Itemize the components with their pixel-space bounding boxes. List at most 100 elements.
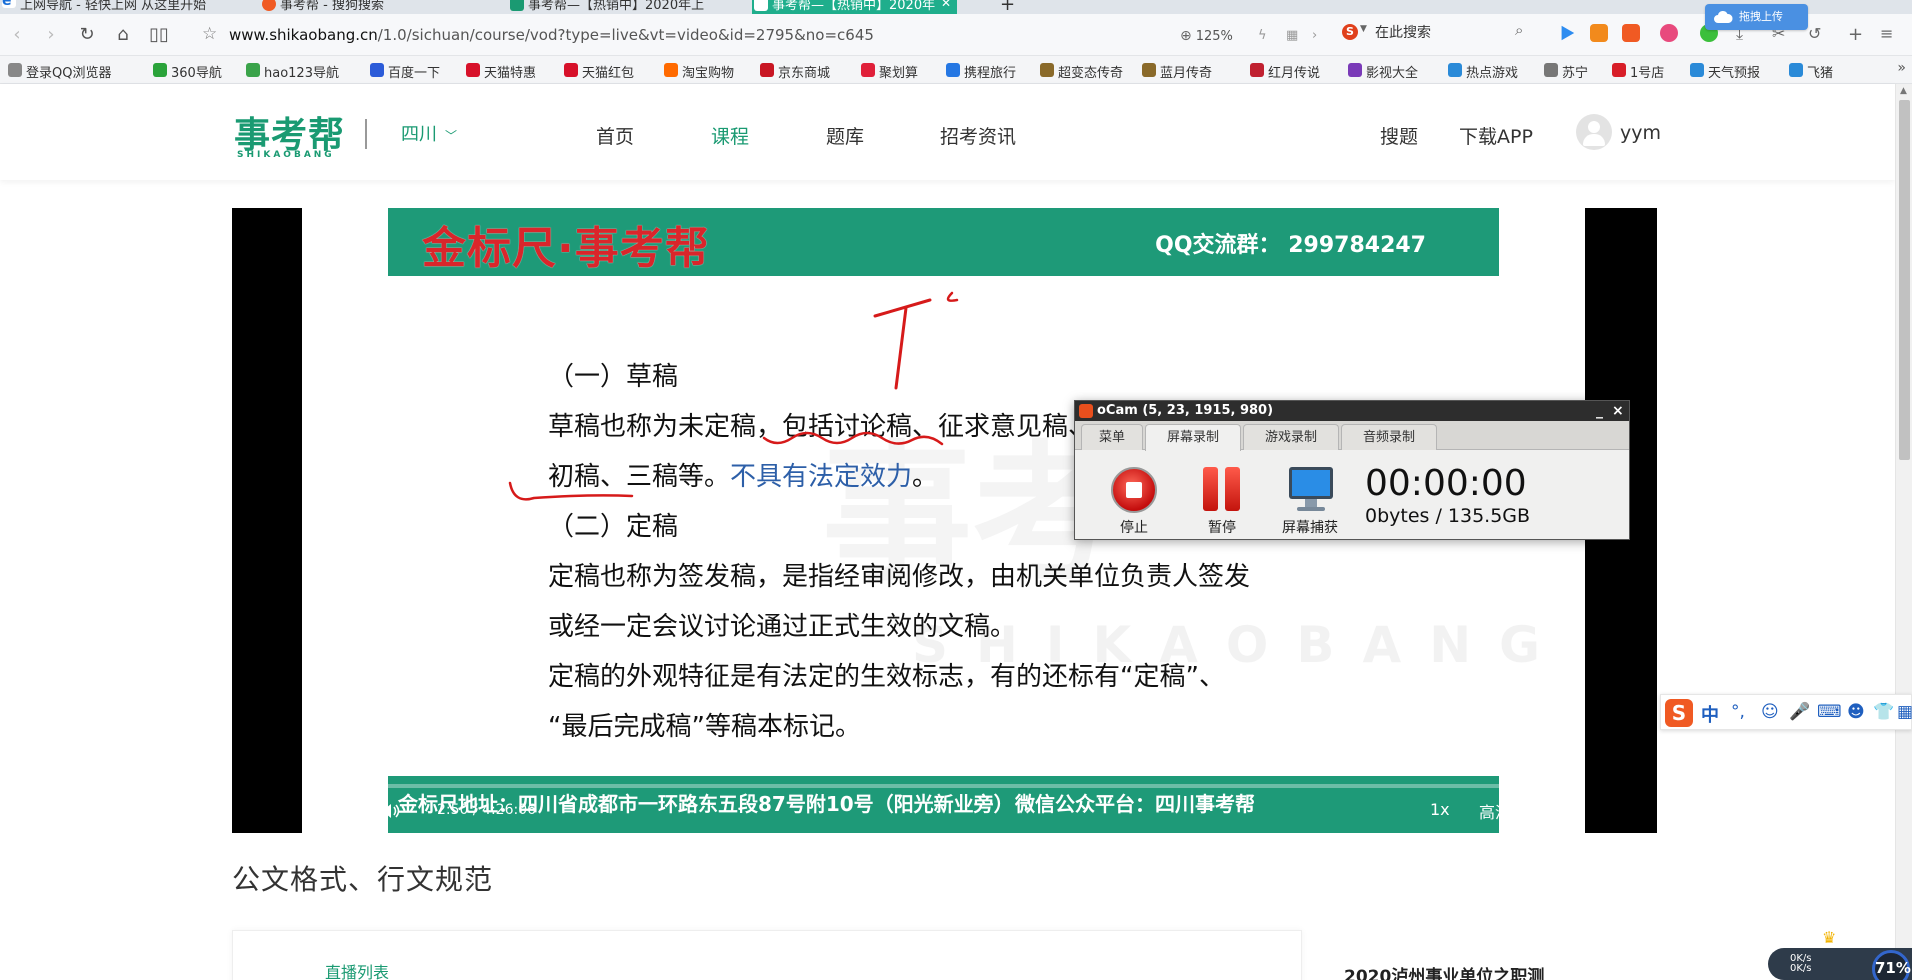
username[interactable]: yym [1620, 122, 1661, 144]
chevron-down-icon[interactable]: ▼ [1360, 24, 1367, 34]
bookmark-item[interactable]: 京东商城 [760, 62, 830, 81]
bookmark-icon [946, 63, 960, 77]
user-icon[interactable]: ☻ [1847, 702, 1865, 722]
microphone-icon[interactable]: 🎤 [1789, 702, 1810, 722]
network-monitor[interactable]: ♛ 0K/s 0K/s 71% [1768, 928, 1912, 980]
address-bar[interactable]: ☆ www.shikaobang.cn/1.0/sichuan/course/v… [196, 21, 1311, 49]
new-tab-button[interactable]: + [1000, 0, 1015, 14]
bookmark-item[interactable]: 百度一下 [370, 62, 440, 81]
grid-icon[interactable]: ▦ [1286, 28, 1298, 43]
camera-icon[interactable] [1622, 24, 1640, 42]
bookmark-item[interactable]: 飞猪 [1789, 62, 1833, 81]
tab-shikaobang-1[interactable]: 事考帮—【热销中】2020年上 [508, 0, 704, 14]
ocam-tab-audio-record[interactable]: 音频录制 [1341, 424, 1437, 450]
bookmark-item[interactable]: hao123导航 [246, 62, 339, 81]
progress-bar[interactable] [318, 780, 1581, 792]
ocam-tab-screen-record[interactable]: 屏幕录制 [1145, 424, 1241, 451]
undo-icon[interactable]: ↺ [1808, 24, 1826, 43]
bookmark-item[interactable]: 360导航 [153, 62, 222, 81]
emoji-icon[interactable]: ☺ [1761, 702, 1779, 722]
stop-button[interactable]: 停止 [1101, 457, 1167, 537]
bookmark-item[interactable]: 影视大全 [1348, 62, 1418, 81]
tab-shikaobang-active[interactable]: 事考帮—【热销中】2020年 ✕ [752, 0, 958, 14]
browser-search-box[interactable]: S ▼ 在此搜索 ⌕ [1340, 21, 1530, 49]
side-course-title[interactable]: 2020泸州事业单位之职测 [1344, 962, 1544, 980]
bookmark-item[interactable]: 热点游戏 [1448, 62, 1518, 81]
bookmark-item[interactable]: 1号店 [1612, 62, 1664, 81]
ie-icon: e [2, 0, 16, 8]
url-text[interactable]: www.shikaobang.cn/1.0/sichuan/course/vod… [229, 26, 874, 44]
page-scrollbar[interactable]: ▲ [1895, 84, 1912, 980]
avatar[interactable] [1576, 114, 1612, 150]
minimize-button[interactable]: _ [1596, 401, 1603, 421]
ocam-title: oCam (5, 23, 1915, 980) [1097, 403, 1274, 418]
tab-sogou-search[interactable]: 事考帮 - 搜狗搜索 [260, 0, 384, 14]
progress-handle[interactable] [325, 780, 338, 792]
bookmark-item[interactable]: 天气预报 [1690, 62, 1760, 81]
bookmark-item[interactable]: 红月传说 [1250, 62, 1320, 81]
grid-icon[interactable]: ▦ [1897, 702, 1912, 722]
ocam-tab-game-record[interactable]: 游戏录制 [1243, 424, 1339, 450]
ime-toolbar[interactable]: S 中 °, ☺ 🎤 ⌨ ☻ 👕 ▦ [1660, 694, 1912, 730]
scroll-up-icon[interactable]: ▲ [1900, 86, 1907, 96]
bookmark-item[interactable]: 苏宁 [1544, 62, 1588, 81]
download-app-link[interactable]: 下载APP [1459, 122, 1533, 149]
lightning-icon[interactable]: ϟ [1258, 28, 1267, 43]
volume-icon[interactable] [380, 801, 402, 821]
add-icon[interactable]: + [1848, 24, 1866, 45]
scrollbar-thumb[interactable] [1899, 100, 1910, 460]
nav-exam-news[interactable]: 招考资讯 [940, 122, 1016, 149]
sogou-ime-icon[interactable]: S [1665, 699, 1693, 727]
game-icon[interactable] [1590, 24, 1608, 42]
close-tab-icon[interactable]: ✕ [941, 0, 951, 10]
reading-mode-button[interactable]: ▯▯ [146, 22, 172, 48]
reload-button[interactable]: ↻ [74, 22, 100, 48]
bookmarks-more-button[interactable]: » [1897, 60, 1906, 76]
ocam-window[interactable]: oCam (5, 23, 1915, 980) _ × 菜单 屏幕录制 游戏录制… [1074, 400, 1630, 540]
screen-capture-button[interactable]: 屏幕捕获 [1277, 457, 1343, 537]
chevron-right-icon[interactable]: › [1312, 28, 1317, 43]
nav-courses[interactable]: 课程 [711, 122, 749, 149]
ime-mode[interactable]: 中 [1701, 701, 1719, 727]
home-button[interactable]: ⌂ [110, 22, 136, 48]
play-icon[interactable] [325, 803, 338, 819]
bookmark-item[interactable]: 天猫特惠 [466, 62, 536, 81]
bookmark-item[interactable]: 淘宝购物 [664, 62, 734, 81]
ocam-titlebar[interactable]: oCam (5, 23, 1915, 980) _ × [1075, 401, 1629, 421]
region-selector[interactable]: 四川 ﹀ [401, 120, 457, 146]
quality-button[interactable]: 高清 [1479, 799, 1511, 823]
bookmark-item[interactable]: 登录QQ浏览器 [8, 62, 111, 81]
live-list-link[interactable]: 直播列表 [325, 959, 389, 980]
record-timer: 00:00:00 [1365, 463, 1527, 504]
skin-icon[interactable]: 👕 [1873, 702, 1894, 722]
zoom-indicator[interactable]: ⊕ 125% [1180, 28, 1233, 44]
back-button[interactable]: ‹ [4, 22, 30, 48]
bookmark-item[interactable]: 蓝月传奇 [1142, 62, 1212, 81]
playback-speed-button[interactable]: 1x [1430, 800, 1450, 819]
forward-button[interactable]: › [38, 22, 64, 48]
bookmark-icon [760, 63, 774, 77]
stop-label: 停止 [1120, 520, 1148, 536]
extension-icon[interactable] [1660, 24, 1678, 42]
nav-question-bank[interactable]: 题库 [826, 122, 864, 149]
keyboard-icon[interactable]: ⌨ [1817, 702, 1842, 722]
fullscreen-icon[interactable] [1554, 801, 1572, 819]
search-icon[interactable]: ⌕ [1515, 21, 1523, 39]
bookmark-item[interactable]: 聚划算 [861, 62, 918, 81]
tab-navigation[interactable]: e 上网导航 - 轻快上网 从这里开始 [0, 0, 206, 14]
pause-button[interactable]: 暂停 [1189, 457, 1255, 537]
site-logo[interactable]: 事考帮 SHIKAOBANG [234, 106, 349, 164]
close-button[interactable]: × [1612, 401, 1624, 421]
menu-icon[interactable]: ≡ [1880, 24, 1898, 43]
bookmark-label: 淘宝购物 [682, 66, 735, 81]
star-icon[interactable]: ☆ [202, 24, 217, 44]
search-input[interactable]: 在此搜索 [1375, 22, 1431, 42]
ocam-tab-menu[interactable]: 菜单 [1081, 424, 1143, 450]
search-questions-link[interactable]: 搜题 [1380, 122, 1418, 149]
bookmark-item[interactable]: 天猫红包 [564, 62, 634, 81]
nav-home[interactable]: 首页 [596, 122, 634, 149]
drag-upload-button[interactable]: 拖拽上传 [1705, 4, 1808, 30]
punctuation-icon[interactable]: °, [1731, 702, 1745, 722]
bookmark-item[interactable]: 携程旅行 [946, 62, 1016, 81]
bookmark-item[interactable]: 超变态传奇 [1040, 62, 1123, 81]
